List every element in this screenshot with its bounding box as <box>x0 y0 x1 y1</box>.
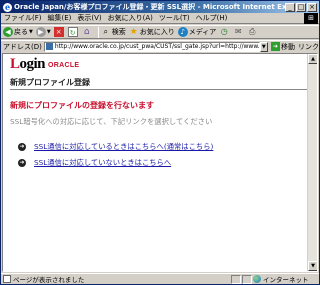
search-label: 検索 <box>111 28 126 36</box>
login-logo-text: Login <box>10 56 46 72</box>
address-bar: アドレス(D) http://www.oracle.co.jp/cust_pwa… <box>1 40 319 52</box>
ssl-not-supported-link[interactable]: SSL通信に対応していないときはこちらへ <box>34 158 171 168</box>
arrow-right-icon: ➜ <box>18 159 26 167</box>
media-button[interactable]: ♪ メディア <box>177 27 217 37</box>
toolbar-separator <box>97 26 99 38</box>
refresh-button[interactable]: ↻ <box>67 27 79 37</box>
favorites-label: お気に入り <box>139 28 175 36</box>
history-button[interactable]: ◷ <box>219 27 230 37</box>
address-url: http://www.oracle.co.jp/cust_pwa/CUST/ss… <box>54 42 259 50</box>
search-button[interactable]: ⌕ 検索 <box>101 27 126 37</box>
menu-edit[interactable]: 編集(E) <box>45 13 75 23</box>
go-label: 移動 <box>281 42 295 51</box>
ssl-supported-link[interactable]: SSL通信に対応しているときはこちらへ(通常はこちら) <box>34 142 213 152</box>
forward-dropdown-icon: ▼ <box>46 29 51 35</box>
refresh-icon: ↻ <box>67 27 78 37</box>
title-bar: e Oracle Japan/お客様プロファイル登録・更新 SSL選択 - Mi… <box>1 1 319 13</box>
media-icon: ♪ <box>177 27 188 37</box>
page-title: 新規プロファイル登録 <box>10 78 90 87</box>
non-ssl-link-row: ➜ SSL通信に対応していないときはこちらへ <box>18 158 171 168</box>
home-icon: ⌂ <box>83 27 90 37</box>
ie-logo-icon: e <box>3 1 12 12</box>
menu-view[interactable]: 表示(V) <box>74 13 104 23</box>
back-label: 戻る <box>14 28 28 36</box>
links-button[interactable]: リンク <box>298 42 319 52</box>
print-icon: ⎙ <box>249 27 256 36</box>
back-dropdown-icon: ▼ <box>29 29 33 35</box>
toolbar: ◀ 戻る ▼ ▶ ▼ × ↻ ⌂ ⌕ 検索 ★ お気に入り ♪ メディア ◷ ✉… <box>1 25 319 39</box>
menu-favorites[interactable]: お気に入り(A) <box>105 13 156 23</box>
star-icon: ★ <box>129 27 138 37</box>
favorites-button[interactable]: ★ お気に入り <box>129 27 175 37</box>
back-button[interactable]: ◀ 戻る ▼ <box>3 27 33 37</box>
mail-button[interactable]: ✉ <box>233 27 244 37</box>
go-button[interactable]: ➜ 移動 <box>271 42 295 52</box>
instruction-text: SSL暗号化への対応に応じて、下記リンクを選択してください <box>10 117 213 126</box>
menu-tools[interactable]: ツール(T) <box>156 13 193 23</box>
address-input[interactable]: http://www.oracle.co.jp/cust_pwa/CUST/ss… <box>43 41 260 52</box>
arrow-right-icon: ➜ <box>18 143 26 151</box>
section-heading: 新規にプロファイルの登録を行ないます <box>10 101 154 110</box>
maximize-button[interactable]: □ <box>296 2 306 12</box>
media-label: メディア <box>188 28 217 36</box>
close-button[interactable]: × <box>307 2 317 12</box>
status-bar: ページが表示されました インターネット <box>1 273 319 284</box>
forward-arrow-icon: ▶ <box>35 27 46 37</box>
back-arrow-icon: ◀ <box>3 27 13 37</box>
windows-flag-icon: ⊞ <box>304 13 318 24</box>
window-controls: _ □ × <box>285 2 317 12</box>
page-viewport: Login ORACLE 新規プロファイル登録 新規にプロファイルの登録を行ない… <box>2 53 318 272</box>
scroll-down-button[interactable]: ▼ <box>308 261 317 271</box>
menu-help[interactable]: ヘルプ(H) <box>193 13 231 23</box>
menu-file[interactable]: ファイル(F) <box>1 13 45 23</box>
status-pane <box>242 274 252 284</box>
home-button[interactable]: ⌂ <box>82 27 93 37</box>
stop-button[interactable]: × <box>53 27 65 37</box>
heading-divider <box>10 89 307 90</box>
print-button[interactable]: ⎙ <box>247 27 258 37</box>
status-pane <box>231 274 241 284</box>
oracle-login-logo: Login ORACLE <box>10 54 79 72</box>
history-icon: ◷ <box>220 27 228 36</box>
oracle-logo-text: ORACLE <box>48 62 80 69</box>
search-icon: ⌕ <box>103 27 108 36</box>
browser-window: e Oracle Japan/お客様プロファイル登録・更新 SSL選択 - Mi… <box>0 0 320 285</box>
forward-button[interactable]: ▶ ▼ <box>35 27 51 37</box>
vertical-scrollbar[interactable]: ▲ ▼ <box>307 54 317 271</box>
ssl-link-row: ➜ SSL通信に対応しているときはこちらへ(通常はこちら) <box>18 142 213 152</box>
mail-icon: ✉ <box>234 27 242 36</box>
address-dropdown-button[interactable]: ▼ <box>259 41 268 52</box>
go-arrow-icon: ➜ <box>271 42 280 51</box>
status-text: ページが表示されました <box>13 276 85 284</box>
page-done-icon <box>3 275 11 283</box>
stop-icon: × <box>53 27 64 37</box>
menu-bar: ファイル(F) 編集(E) 表示(V) お気に入り(A) ツール(T) ヘルプ(… <box>1 13 319 24</box>
address-label: アドレス(D) <box>3 42 42 51</box>
scroll-up-button[interactable]: ▲ <box>308 54 317 64</box>
page-icon <box>45 43 53 50</box>
minimize-button[interactable]: _ <box>285 2 295 12</box>
zone-label: インターネット <box>263 276 309 284</box>
security-zone: インターネット <box>253 274 309 284</box>
window-title: Oracle Japan/お客様プロファイル登録・更新 SSL選択 - Micr… <box>14 3 285 11</box>
globe-icon <box>253 275 261 283</box>
